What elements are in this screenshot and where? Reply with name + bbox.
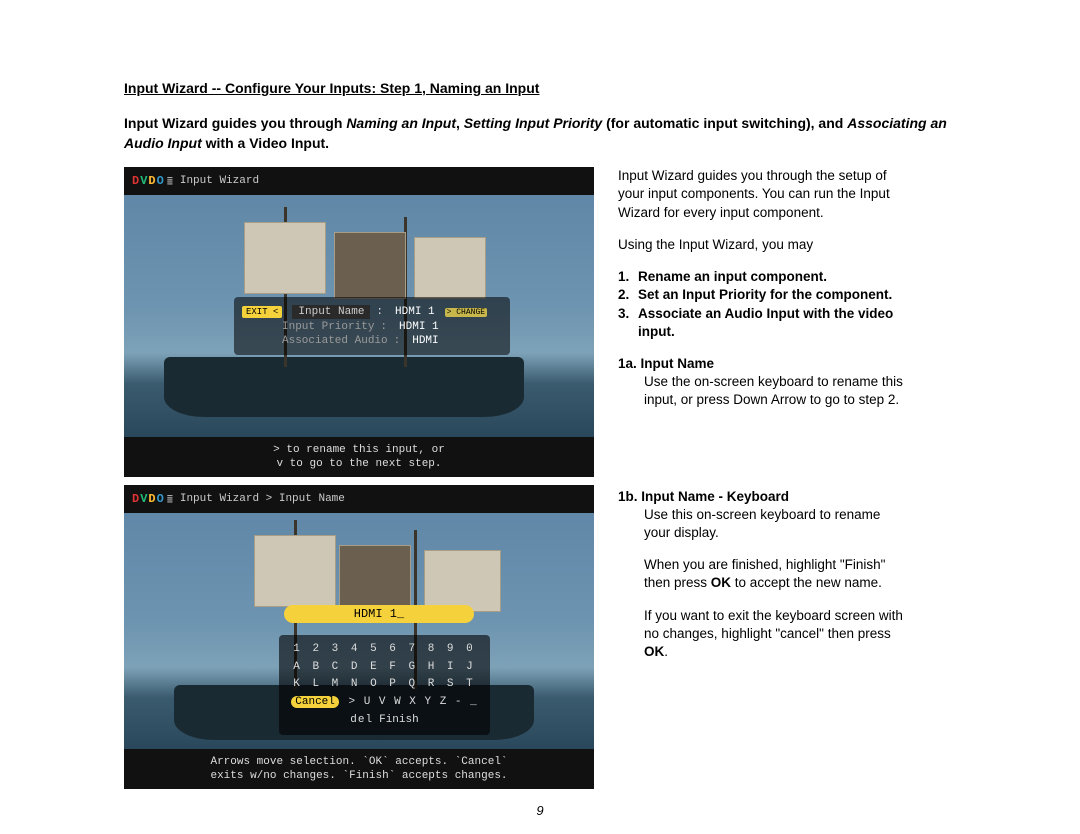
list-num: 2. — [618, 286, 638, 304]
footer-line1: Arrows move selection. `OK` accepts. `Ca… — [210, 755, 507, 769]
step-1b-head: 1b. Input Name - Keyboard — [618, 489, 789, 504]
osd-breadcrumb: Input Wizard > Input Name — [180, 493, 345, 505]
ship-sail — [414, 237, 486, 299]
onscreen-keyboard[interactable]: 1 2 3 4 5 6 7 8 9 0 A B C D E F G H I J … — [279, 635, 490, 735]
ok-bold: OK — [711, 575, 731, 590]
kbd-row-a-j[interactable]: A B C D E F G H I J — [287, 659, 482, 677]
list-text: Rename an input component. — [638, 268, 827, 286]
kbd-row-bottom[interactable]: Cancel > U V W X Y Z - _ delFinish — [287, 694, 482, 729]
footer-line2: exits w/no changes. `Finish` accepts cha… — [210, 769, 507, 783]
text: to accept the new name. — [731, 575, 882, 590]
section-title: Input Wizard -- Configure Your Inputs: S… — [124, 80, 956, 96]
ship-sail — [254, 535, 336, 607]
ship-sail — [424, 550, 501, 612]
ship-hull — [164, 357, 524, 417]
intro-text: (for automatic input switching), and — [602, 115, 847, 131]
kbd-cancel-button[interactable]: Cancel — [291, 696, 339, 708]
intro-text: Input Wizard guides you through — [124, 115, 346, 131]
menu-value: HDMI — [412, 335, 438, 347]
steps-list: 1.Rename an input component. 2.Set an In… — [618, 268, 908, 341]
step-1a-body: Use the on-screen keyboard to rename thi… — [618, 373, 908, 409]
osd-breadcrumb: Input Wizard — [180, 175, 259, 187]
kbd-row-k-t[interactable]: K L M N O P Q R S T — [287, 676, 482, 694]
footer-line2: v to go to the next step. — [276, 457, 441, 471]
list-num: 1. — [618, 268, 638, 286]
intro-emph-naming: Naming an Input — [346, 115, 456, 131]
document-page: Input Wizard -- Configure Your Inputs: S… — [0, 0, 1080, 834]
para-overview: Input Wizard guides you through the setu… — [618, 167, 908, 222]
spacer — [618, 424, 908, 488]
list-item: 3.Associate an Audio Input with the vide… — [618, 305, 908, 341]
instructions-column: Input Wizard guides you through the setu… — [618, 167, 908, 789]
menu-row-audio[interactable]: Associated Audio : HDMI — [242, 335, 502, 347]
step-1b-body2: When you are finished, highlight "Finish… — [618, 556, 908, 592]
para-using: Using the Input Wizard, you may — [618, 236, 908, 254]
step-1b-body1: Use this on-screen keyboard to rename yo… — [618, 506, 908, 542]
dvdo-logo: DVDO≣ — [132, 174, 174, 188]
menu-sep: : — [380, 321, 387, 333]
osd-header: DVDO≣ Input Wizard — [124, 167, 594, 195]
intro-emph-priority: Setting Input Priority — [464, 115, 602, 131]
menu-row-input-name[interactable]: EXIT < Input Name : HDMI 1 > CHANGE — [242, 305, 502, 319]
intro-text: , — [456, 115, 464, 131]
text: If you want to exit the keyboard screen … — [644, 608, 903, 641]
exit-badge[interactable]: EXIT < — [242, 306, 282, 318]
kbd-finish-button[interactable]: Finish — [379, 714, 419, 726]
menu-sep: : — [376, 306, 383, 318]
step-1b-body3: If you want to exit the keyboard screen … — [618, 607, 908, 662]
osd-menu: EXIT < Input Name : HDMI 1 > CHANGE Inpu… — [234, 297, 510, 355]
osd-header: DVDO≣ Input Wizard > Input Name — [124, 485, 594, 513]
content-columns: DVDO≣ Input Wizard EXIT < Input Name : H… — [124, 167, 956, 789]
step-1b: 1b. Input Name - Keyboard Use this on-sc… — [618, 488, 908, 543]
dvdo-logo: DVDO≣ — [132, 492, 174, 506]
ok-bold: OK — [644, 644, 664, 659]
menu-sep: : — [394, 335, 401, 347]
text: . — [664, 644, 668, 659]
list-text: Set an Input Priority for the component. — [638, 286, 892, 304]
kbd-row-digits[interactable]: 1 2 3 4 5 6 7 8 9 0 — [287, 641, 482, 659]
screenshots-column: DVDO≣ Input Wizard EXIT < Input Name : H… — [124, 167, 594, 789]
step-1a-head: 1a. Input Name — [618, 356, 714, 371]
footer-line1: > to rename this input, or — [273, 443, 445, 457]
screenshot-input-wizard: DVDO≣ Input Wizard EXIT < Input Name : H… — [124, 167, 594, 477]
step-1a: 1a. Input Name Use the on-screen keyboar… — [618, 355, 908, 410]
list-item: 1.Rename an input component. — [618, 268, 908, 286]
osd-footer: Arrows move selection. `OK` accepts. `Ca… — [124, 749, 594, 789]
ship-sail — [339, 545, 411, 612]
ship-sail — [244, 222, 326, 294]
change-badge[interactable]: > CHANGE — [445, 308, 487, 317]
list-text: Associate an Audio Input with the video … — [638, 305, 908, 341]
menu-label: Input Priority — [282, 321, 374, 333]
input-name-field[interactable]: HDMI 1_ — [284, 605, 474, 623]
menu-row-priority[interactable]: Input Priority : HDMI 1 — [242, 321, 502, 333]
intro-text: with a Video Input. — [202, 135, 329, 151]
menu-label: Associated Audio — [282, 335, 388, 347]
screenshot-keyboard: DVDO≣ Input Wizard > Input Name HDMI 1_ … — [124, 485, 594, 789]
list-item: 2.Set an Input Priority for the componen… — [618, 286, 908, 304]
menu-label: Input Name — [292, 305, 370, 319]
menu-value: HDMI 1 — [399, 321, 439, 333]
ship-sail — [334, 232, 406, 299]
osd-footer: > to rename this input, or v to go to th… — [124, 437, 594, 477]
intro-paragraph: Input Wizard guides you through Naming a… — [124, 114, 956, 153]
page-number: 9 — [0, 803, 1080, 818]
menu-value: HDMI 1 — [395, 306, 435, 318]
list-num: 3. — [618, 305, 638, 341]
